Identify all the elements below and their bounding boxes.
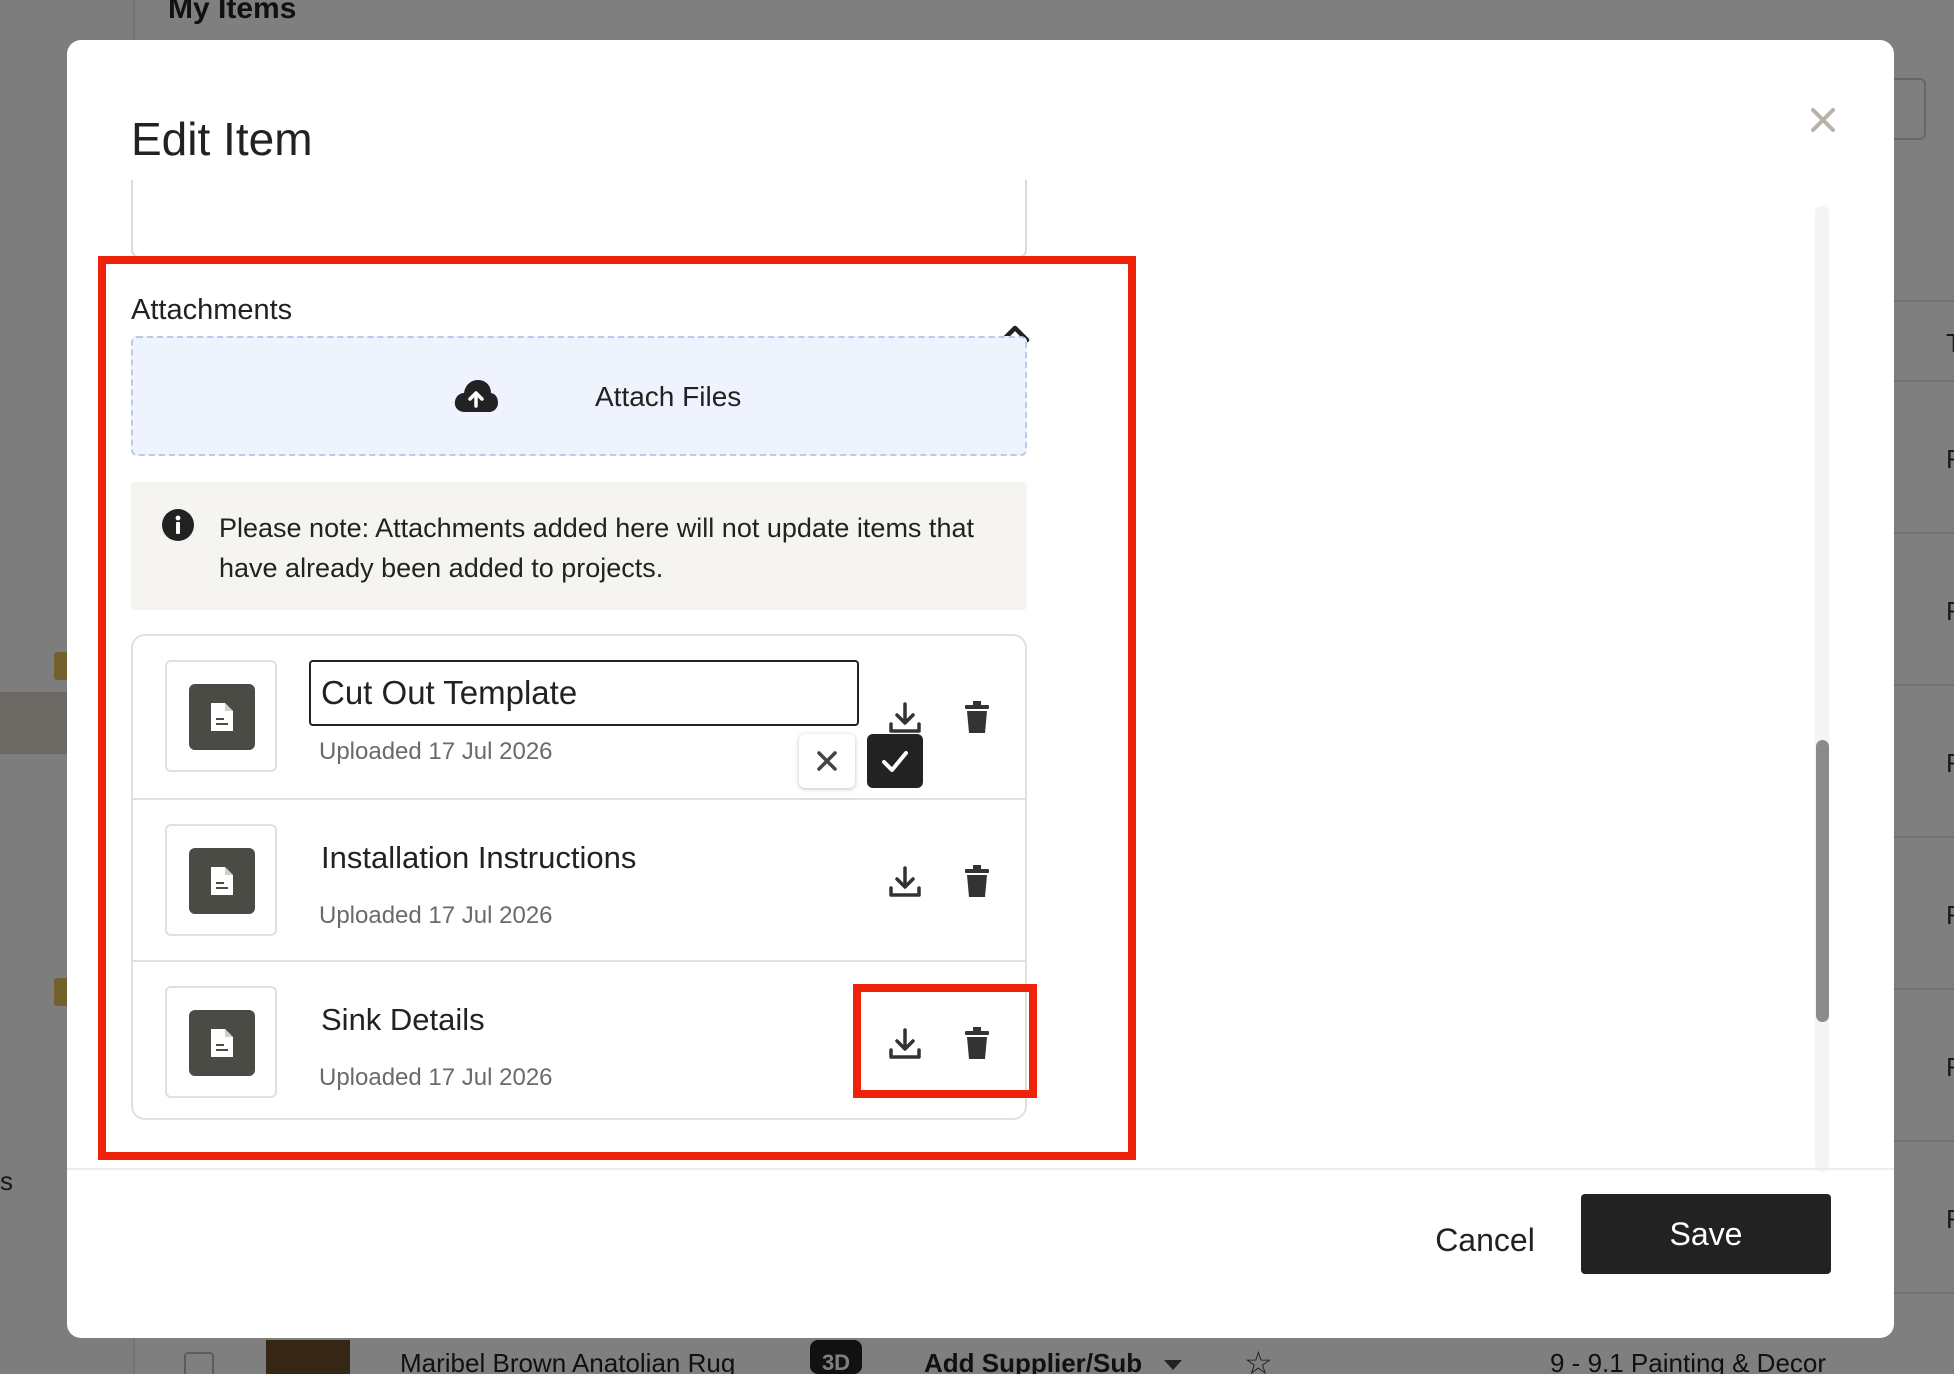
- cancel-edit-button[interactable]: [799, 734, 855, 788]
- file-thumbnail: [165, 824, 277, 936]
- upload-date: Uploaded 17 Jul 2026: [319, 738, 553, 765]
- file-name-input[interactable]: [309, 660, 859, 726]
- attachments-list: Uploaded 17 Jul 2026 Installation Instru…: [131, 634, 1027, 1120]
- attachments-header[interactable]: Attachments: [131, 272, 1027, 342]
- save-button[interactable]: Save: [1581, 1194, 1831, 1274]
- modal-title: Edit Item: [131, 113, 313, 165]
- list-item: Uploaded 17 Jul 2026: [133, 636, 1025, 798]
- download-icon[interactable]: [887, 864, 923, 900]
- download-icon[interactable]: [887, 700, 923, 736]
- section-title: Attachments: [131, 294, 293, 326]
- file-thumbnail: [165, 986, 277, 1098]
- scrollbar-track[interactable]: [1815, 206, 1829, 1172]
- trash-icon[interactable]: [963, 699, 991, 735]
- previous-field[interactable]: [131, 180, 1027, 258]
- attach-files-dropzone[interactable]: Attach Files: [131, 336, 1027, 456]
- cloud-upload-icon: [453, 378, 499, 416]
- list-item: Sink Details Uploaded 17 Jul 2026: [133, 960, 1025, 1122]
- download-icon[interactable]: [887, 1026, 923, 1062]
- file-name[interactable]: Installation Instructions: [321, 840, 636, 876]
- trash-icon[interactable]: [963, 1025, 991, 1061]
- info-icon: [161, 508, 195, 542]
- note-text: Please note: Attachments added here will…: [219, 513, 974, 583]
- cancel-button[interactable]: Cancel: [1415, 1208, 1555, 1272]
- trash-icon[interactable]: [963, 863, 991, 899]
- close-icon[interactable]: [1803, 100, 1843, 140]
- list-item: Installation Instructions Uploaded 17 Ju…: [133, 798, 1025, 960]
- upload-date: Uploaded 17 Jul 2026: [319, 1064, 553, 1091]
- footer-divider: [67, 1168, 1894, 1170]
- scrollbar-thumb[interactable]: [1816, 740, 1829, 1022]
- confirm-edit-button[interactable]: [867, 734, 923, 788]
- info-note: Please note: Attachments added here will…: [131, 482, 1027, 610]
- edit-item-dialog: Edit Item Attachments Attach Files Pleas…: [67, 40, 1894, 1338]
- document-icon: [189, 684, 255, 750]
- document-icon: [189, 848, 255, 914]
- upload-date: Uploaded 17 Jul 2026: [319, 902, 553, 929]
- document-icon: [189, 1010, 255, 1076]
- file-thumbnail: [165, 660, 277, 772]
- attach-files-label: Attach Files: [595, 381, 742, 412]
- file-name[interactable]: Sink Details: [321, 1002, 485, 1038]
